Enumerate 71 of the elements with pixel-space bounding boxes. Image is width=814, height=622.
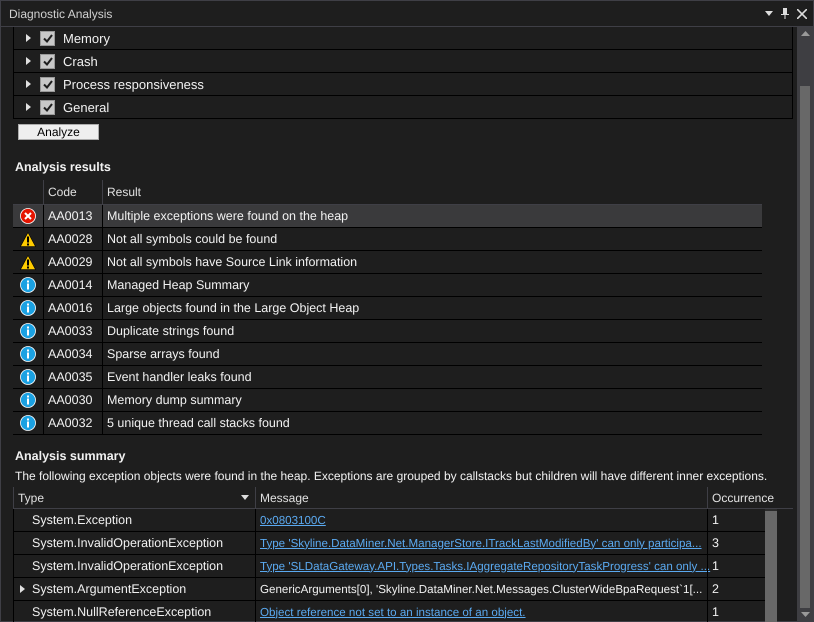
type-cell: System.ArgumentException [13,578,255,600]
result-row[interactable]: AA0032 5 unique thread call stacks found [13,412,762,435]
column-header[interactable]: Occurrence [707,487,777,508]
section-heading: Analysis results [15,160,112,174]
code-cell: AA0028 [43,228,102,250]
expander-arrow-icon[interactable] [26,103,32,111]
checkbox[interactable] [40,30,55,46]
code-cell: AA0016 [43,297,102,319]
result-cell: Not all symbols have Source Link information [102,251,760,273]
result-row[interactable]: AA0035 Event handler leaks found [13,366,762,389]
result-row[interactable]: AA0033 Duplicate strings found [13,320,762,343]
message-link[interactable]: 0x0803100C [260,514,326,526]
result-cell: Not all symbols could be found [102,228,760,250]
code-cell: AA0014 [43,274,102,296]
message-text: GenericArguments[0], 'Skyline.DataMiner.Net.Messages.ClusterWideBpaRequest`1[... [260,582,702,596]
dropdown-icon[interactable] [765,11,773,16]
expander-arrow-icon[interactable] [26,80,32,88]
code-cell: AA0035 [43,366,102,388]
result-cell: Managed Heap Summary [102,274,760,296]
result-row[interactable]: AA0016 Large objects found in the Large Object Heap [13,297,762,320]
expander-arrow-icon[interactable] [26,57,32,65]
result-row[interactable]: AA0034 Sparse arrays found [13,343,762,366]
result-cell: Multiple exceptions were found on the heap [102,205,760,227]
code-cell: AA0032 [43,412,102,434]
scrollbar[interactable] [797,27,813,621]
expander-arrow-icon[interactable] [20,585,26,593]
summary-description: The following exception objects were found in the heap. Exceptions are grouped by callstacks but children will have different inner exceptions. [15,469,768,483]
scroll-down-icon[interactable] [800,612,810,617]
result-cell: 5 unique thread call stacks found [102,412,760,434]
section-heading: Analysis summary [15,449,126,463]
message-link[interactable]: Type 'SLDataGateway.API.Types.Tasks.IAggregateRepositoryTaskProgress' can only ... [260,560,710,572]
type-cell: System.InvalidOperationException [13,555,255,577]
checkbox[interactable] [40,54,55,68]
scrollbar[interactable] [765,509,777,622]
checkbox[interactable] [40,100,55,114]
result-row[interactable]: AA0029 Not all symbols have Source Link information [13,251,762,274]
window-title: Diagnostic Analysis [9,6,114,20]
type-cell: System.NullReferenceException [13,601,255,622]
result-cell: Sparse arrays found [102,343,760,365]
message-link[interactable]: Object reference not set to an instance of an object. [260,606,526,618]
sort-caret-icon [241,495,249,500]
result-row[interactable]: AA0030 Memory dump summary [13,389,762,412]
checkbox[interactable] [40,76,55,92]
result-row[interactable]: AA0014 Managed Heap Summary [13,274,762,297]
code-cell: AA0033 [43,320,102,342]
column-header[interactable]: Code [43,180,102,204]
column-header[interactable]: Result [102,180,760,204]
message-link[interactable]: Type 'Skyline.DataMiner.Net.ManagerStore.ITrackLastModifiedBy' can only participa... [260,536,702,550]
analyzer-label: Process responsiveness [63,76,204,92]
expander-arrow-icon[interactable] [26,34,32,42]
result-row[interactable]: AA0028 Not all symbols could be found [13,228,762,251]
analyzer-label: Crash [63,54,98,68]
result-cell: Event handler leaks found [102,366,760,388]
analyzer-label: General [63,100,110,114]
result-cell: Duplicate strings found [102,320,760,342]
scroll-up-icon[interactable] [800,31,810,36]
type-cell: System.InvalidOperationException [13,532,255,554]
analyzer-label: Memory [63,30,110,46]
type-cell: System.Exception [13,509,255,531]
pin-icon[interactable] [781,8,789,19]
code-cell: AA0013 [43,205,102,227]
result-cell: Memory dump summary [102,389,760,411]
column-header[interactable]: Message [255,487,707,508]
result-row[interactable]: AA0013 Multiple exceptions were found on the heap [13,205,762,228]
code-cell: AA0029 [43,251,102,273]
column-header[interactable]: Type [13,487,255,508]
result-cell: Large objects found in the Large Object Heap [102,297,760,319]
close-icon[interactable] [797,8,807,18]
code-cell: AA0034 [43,343,102,365]
analyze-button[interactable]: Analyze [18,124,99,140]
code-cell: AA0030 [43,389,102,411]
